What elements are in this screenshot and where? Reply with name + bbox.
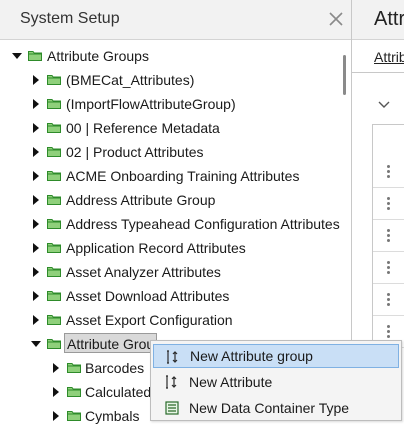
- folder-icon: [47, 147, 61, 157]
- tree-item-label: Asset Download Attributes: [66, 288, 230, 304]
- table-row[interactable]: [373, 188, 404, 220]
- tree-item-label: 02 | Product Attributes: [66, 144, 204, 160]
- folder-icon: [47, 291, 61, 301]
- more-options-icon[interactable]: [387, 165, 391, 179]
- expand-toggle-icon[interactable]: [33, 315, 39, 325]
- tree-item-label: Asset Analyzer Attributes: [66, 264, 221, 280]
- tab-divider: [352, 72, 404, 73]
- tree-scrollbar[interactable]: [343, 55, 346, 95]
- tree-child-item[interactable]: Barcodes: [50, 356, 150, 380]
- folder-icon: [47, 339, 61, 349]
- menu-item-label: New Data Container Type: [189, 400, 350, 416]
- tree-child-item[interactable]: Cymbals: [50, 404, 150, 428]
- tree-item-selected[interactable]: Attribute Grou: [30, 332, 170, 356]
- chevron-down-icon[interactable]: [378, 101, 390, 109]
- expand-toggle-icon[interactable]: [53, 363, 59, 373]
- collapse-toggle-icon[interactable]: [31, 341, 41, 347]
- folder-icon: [47, 99, 61, 109]
- table-row[interactable]: [373, 284, 404, 316]
- expand-toggle-icon[interactable]: [33, 75, 39, 85]
- folder-icon: [28, 51, 42, 61]
- folder-icon: [67, 387, 81, 397]
- more-options-icon[interactable]: [387, 325, 391, 339]
- panel-header: System Setup: [0, 0, 351, 40]
- expand-toggle-icon[interactable]: [33, 195, 39, 205]
- table-row[interactable]: [373, 156, 404, 188]
- collapse-toggle-icon[interactable]: [12, 53, 22, 59]
- expand-toggle-icon[interactable]: [53, 411, 59, 421]
- more-options-icon[interactable]: [387, 197, 391, 211]
- menu-item-new-data-container-type[interactable]: New Data Container Type: [153, 396, 399, 420]
- tree-item-label: Application Record Attributes: [66, 240, 246, 256]
- expand-toggle-icon[interactable]: [53, 387, 59, 397]
- tree-item[interactable]: 00 | Reference Metadata: [30, 116, 340, 140]
- menu-item-label: New Attribute group: [190, 348, 313, 364]
- editor-title: Attri: [374, 8, 404, 30]
- close-icon[interactable]: [328, 11, 344, 27]
- expand-toggle-icon[interactable]: [33, 267, 39, 277]
- tree-item-label: Address Attribute Group: [66, 192, 216, 208]
- editor-header: Attri: [352, 0, 404, 40]
- tree-item-label: Asset Export Configuration: [66, 312, 233, 328]
- tree-root-label: Attribute Groups: [47, 48, 149, 64]
- folder-icon: [67, 363, 81, 373]
- folder-icon: [47, 123, 61, 133]
- folder-icon: [47, 171, 61, 181]
- expand-toggle-icon[interactable]: [33, 99, 39, 109]
- folder-icon: [47, 267, 61, 277]
- context-menu: New Attribute group New Attribute New Da…: [150, 340, 402, 421]
- more-options-icon[interactable]: [387, 293, 391, 307]
- tree-item[interactable]: Address Attribute Group: [30, 188, 340, 212]
- tree-item[interactable]: Asset Analyzer Attributes: [30, 260, 340, 284]
- table-row[interactable]: [373, 252, 404, 284]
- tree-item-label: 00 | Reference Metadata: [66, 120, 220, 136]
- new-attribute-group-icon: [167, 350, 178, 364]
- tree-item[interactable]: (ImportFlowAttributeGroup): [30, 92, 340, 116]
- folder-icon: [47, 243, 61, 253]
- folder-icon: [47, 219, 61, 229]
- folder-icon: [47, 75, 61, 85]
- expand-toggle-icon[interactable]: [33, 147, 39, 157]
- expand-toggle-icon[interactable]: [33, 171, 39, 181]
- tree-item[interactable]: Asset Export Configuration: [30, 308, 340, 332]
- tree-item-label: ACME Onboarding Training Attributes: [66, 168, 300, 184]
- tree-item-label: Calculated: [85, 384, 150, 400]
- new-data-container-type-icon: [165, 401, 179, 415]
- tree-item[interactable]: Application Record Attributes: [30, 236, 340, 260]
- tree-item-label: Barcodes: [85, 360, 145, 376]
- more-options-icon[interactable]: [387, 261, 391, 275]
- menu-item-new-attribute[interactable]: New Attribute: [153, 370, 399, 394]
- expand-toggle-icon[interactable]: [33, 123, 39, 133]
- tree-item-label: (ImportFlowAttributeGroup): [66, 96, 236, 112]
- menu-item-label: New Attribute: [189, 374, 273, 390]
- folder-icon: [47, 195, 61, 205]
- tree-item[interactable]: 02 | Product Attributes: [30, 140, 340, 164]
- expand-toggle-icon[interactable]: [33, 219, 39, 229]
- expand-toggle-icon[interactable]: [33, 243, 39, 253]
- tree-item-label: (BMECat_Attributes): [66, 72, 195, 88]
- new-attribute-icon: [166, 375, 177, 389]
- tree-item-label: Address Typeahead Configuration Attribut…: [66, 216, 340, 232]
- expand-toggle-icon[interactable]: [33, 291, 39, 301]
- tree-item[interactable]: ACME Onboarding Training Attributes: [30, 164, 340, 188]
- more-options-icon[interactable]: [387, 229, 391, 243]
- tree-root-attribute-groups[interactable]: Attribute Groups: [10, 44, 330, 68]
- tree-item-label: Attribute Grou: [64, 333, 158, 353]
- table-row[interactable]: [373, 220, 404, 252]
- tree-child-item[interactable]: Calculated: [50, 380, 150, 404]
- tab-attributes[interactable]: Attrib: [374, 49, 404, 65]
- folder-icon: [67, 411, 81, 421]
- panel-title: System Setup: [20, 10, 120, 27]
- menu-item-new-attribute-group[interactable]: New Attribute group: [153, 344, 399, 368]
- tree-item[interactable]: Asset Download Attributes: [30, 284, 340, 308]
- tree-item[interactable]: Address Typeahead Configuration Attribut…: [30, 212, 340, 236]
- folder-icon: [47, 315, 61, 325]
- tree-item-label: Cymbals: [85, 408, 140, 424]
- tree-item[interactable]: (BMECat_Attributes): [30, 68, 340, 92]
